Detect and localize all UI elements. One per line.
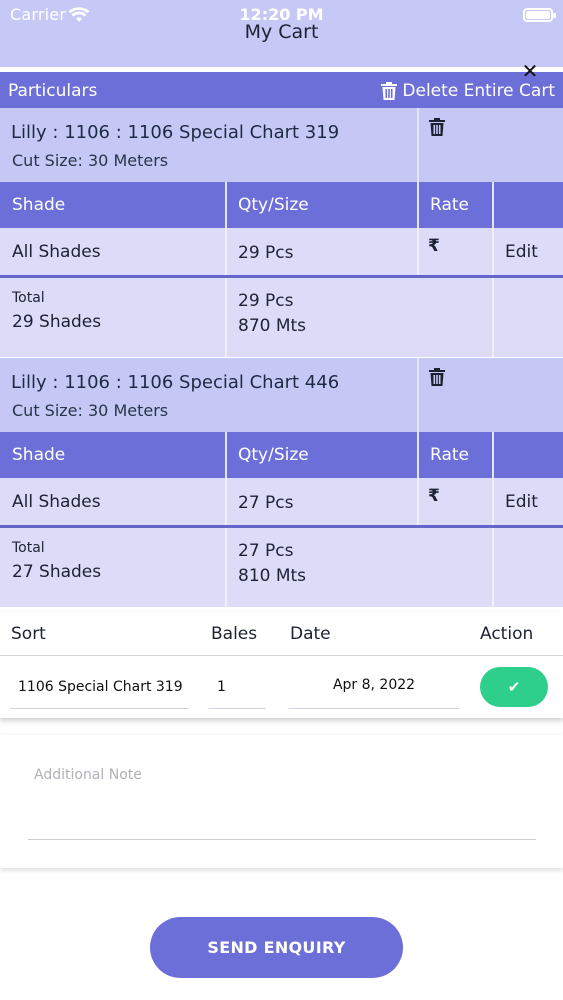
edit-button[interactable]: Edit	[505, 242, 538, 262]
cart-item-header: Lilly : 1106 : 1106 Special Chart 319 Cu…	[0, 108, 563, 182]
page-title: My Cart	[244, 21, 319, 43]
table-row: All Shades 27 Pcs ₹ Edit	[0, 478, 563, 525]
close-icon[interactable]: ✕	[519, 60, 541, 82]
row-shade: All Shades	[12, 492, 101, 512]
bales-value: 1	[217, 679, 226, 695]
column-shade: Shade	[12, 195, 66, 215]
edit-button[interactable]: Edit	[505, 492, 538, 512]
order-form: Sort Bales Date Action 1106 Special Char…	[0, 612, 563, 718]
item-cut-size: Cut Size: 30 Meters	[12, 151, 169, 170]
total-pcs: 29 Pcs	[238, 291, 294, 311]
total-row: Total 29 Shades 29 Pcs 870 Mts	[0, 278, 563, 357]
column-qty: Qty/Size	[238, 445, 309, 465]
battery-icon	[523, 8, 556, 22]
row-qty: 27 Pcs	[238, 493, 294, 513]
table-row: All Shades 29 Pcs ₹ Edit	[0, 228, 563, 275]
additional-note-input[interactable]: Additional Note	[34, 767, 142, 783]
rupee-icon: ₹	[428, 486, 440, 506]
particulars-label: Particulars	[8, 81, 98, 101]
column-shade: Shade	[12, 445, 66, 465]
shade-table-header: Shade Qty/Size Rate	[0, 182, 563, 228]
item-cut-size: Cut Size: 30 Meters	[12, 401, 169, 420]
trash-icon[interactable]	[429, 368, 445, 386]
total-row: Total 27 Shades 27 Pcs 810 Mts	[0, 528, 563, 607]
check-icon: ✔	[507, 678, 521, 696]
total-shades: 29 Shades	[12, 312, 102, 332]
navigation-bar: Carrier 12:20 PM My Cart	[0, 0, 563, 67]
note-underline	[28, 839, 536, 840]
sort-header: Sort	[11, 624, 46, 644]
confirm-button[interactable]: ✔	[480, 667, 548, 707]
sort-field[interactable]: 1106 Special Chart 319	[10, 675, 189, 709]
date-header: Date	[290, 624, 331, 644]
note-panel: Additional Note	[0, 735, 563, 868]
date-value: Apr 8, 2022	[332, 677, 416, 693]
bales-header: Bales	[211, 624, 258, 644]
total-label: Total	[12, 540, 45, 556]
column-qty: Qty/Size	[238, 195, 309, 215]
send-enquiry-button[interactable]: SEND ENQUIRY	[150, 917, 403, 978]
row-qty: 29 Pcs	[238, 243, 294, 263]
item-title: Lilly : 1106 : 1106 Special Chart 446	[11, 372, 340, 393]
total-pcs: 27 Pcs	[238, 541, 294, 561]
column-rate: Rate	[430, 195, 469, 215]
date-field[interactable]: Apr 8, 2022	[289, 675, 459, 709]
delete-entire-cart-button[interactable]: Delete Entire Cart	[381, 81, 555, 101]
row-shade: All Shades	[12, 242, 101, 262]
sort-value: 1106 Special Chart 319	[18, 679, 183, 695]
item-title: Lilly : 1106 : 1106 Special Chart 319	[11, 122, 340, 143]
total-label: Total	[12, 290, 45, 306]
bales-field[interactable]: 1	[209, 675, 266, 709]
trash-icon	[381, 82, 398, 100]
cart-item-header: Lilly : 1106 : 1106 Special Chart 446 Cu…	[0, 358, 563, 432]
trash-icon[interactable]	[429, 118, 445, 136]
total-shades: 27 Shades	[12, 562, 102, 582]
delete-entire-cart-label: Delete Entire Cart	[402, 81, 555, 101]
total-mts: 810 Mts	[238, 566, 307, 586]
cart-panel: Particulars Delete Entire Cart Lilly : 1…	[0, 67, 563, 612]
rupee-icon: ₹	[428, 236, 440, 256]
column-rate: Rate	[430, 445, 469, 465]
cart-header: Particulars Delete Entire Cart	[0, 72, 563, 108]
total-mts: 870 Mts	[238, 316, 307, 336]
shade-table-header: Shade Qty/Size Rate	[0, 432, 563, 478]
action-header: Action	[480, 624, 534, 644]
